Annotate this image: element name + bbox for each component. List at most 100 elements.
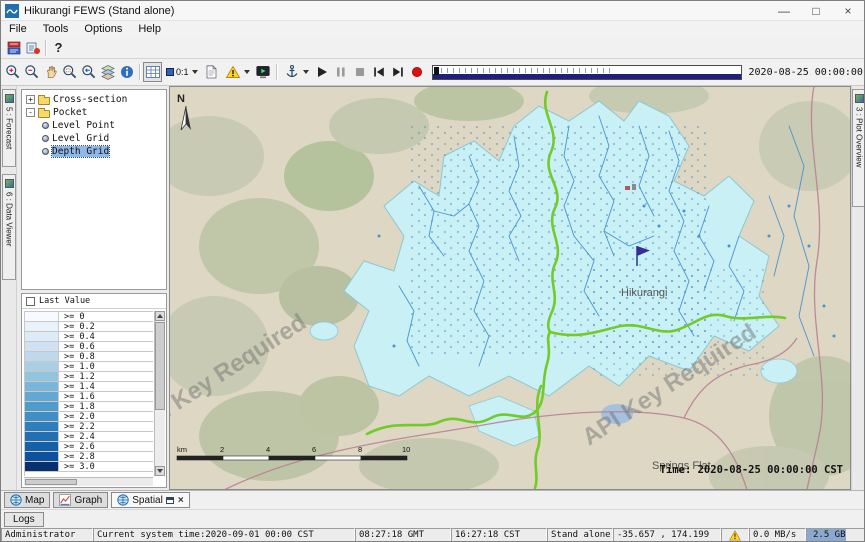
toolbar-separator xyxy=(276,64,277,80)
legend-row[interactable]: >= 1.8 xyxy=(25,402,153,412)
left-tab-strip: 5 : Forecast 6 : Data Viewer xyxy=(1,86,17,490)
skip-end-icon xyxy=(390,64,406,80)
float-window-icon[interactable] xyxy=(166,497,174,504)
tab-forecast[interactable]: 5 : Forecast xyxy=(2,89,16,167)
legend-row[interactable]: >= 2.4 xyxy=(25,432,153,442)
hscrollbar-thumb[interactable] xyxy=(25,479,77,485)
anchor-button[interactable] xyxy=(280,62,313,82)
status-user: Administrator xyxy=(1,528,93,542)
animation-display-button[interactable] xyxy=(254,62,273,82)
legend-row[interactable]: >= 1.4 xyxy=(25,382,153,392)
logs-button[interactable]: Logs xyxy=(4,512,44,527)
logs-row: Logs xyxy=(1,509,864,528)
legend-row[interactable]: >= 3.0 xyxy=(25,462,153,472)
grid-icon xyxy=(145,64,161,80)
close-tab-icon[interactable]: × xyxy=(178,495,184,506)
grid-display-button[interactable] xyxy=(143,62,162,82)
document-button[interactable] xyxy=(202,62,221,82)
import-status-button[interactable] xyxy=(23,38,42,58)
scroll-up-icon[interactable] xyxy=(155,311,165,321)
legend-row[interactable]: >= 0.2 xyxy=(25,322,153,332)
legend-hscrollbar[interactable] xyxy=(24,477,153,486)
menu-file[interactable]: File xyxy=(1,21,35,37)
svg-text:8: 8 xyxy=(358,445,362,454)
magnifier-minus-icon xyxy=(24,64,40,80)
legend-row[interactable]: >= 0.6 xyxy=(25,342,153,352)
status-local-time: 16:27:18 CST xyxy=(451,528,547,542)
legend-row[interactable]: >= 0.4 xyxy=(25,332,153,342)
tree-leaf-level-grid[interactable]: Level Grid xyxy=(22,132,166,145)
skip-to-end-button[interactable] xyxy=(389,62,408,82)
tree-leaf-label-selected: Depth Grid xyxy=(52,146,109,157)
maximize-button[interactable]: □ xyxy=(800,1,832,20)
pause-button[interactable] xyxy=(332,62,351,82)
app-logo-icon xyxy=(5,4,19,18)
info-button[interactable] xyxy=(117,62,136,82)
previous-zoom-button[interactable] xyxy=(79,62,98,82)
status-warning[interactable] xyxy=(721,528,749,542)
legend-panel: Last Value >= 0>= 0.2>= 0.4>= 0.6>= 0.8>… xyxy=(21,293,167,488)
minimize-button[interactable]: — xyxy=(768,1,800,20)
menu-tools[interactable]: Tools xyxy=(35,21,77,37)
legend-row[interactable]: >= 1.2 xyxy=(25,372,153,382)
menu-options[interactable]: Options xyxy=(76,21,130,37)
expand-icon[interactable]: + xyxy=(26,95,35,104)
stop-button[interactable] xyxy=(351,62,370,82)
tab-forecast-label: 5 : Forecast xyxy=(5,107,14,149)
tree-node-pocket[interactable]: - Pocket xyxy=(22,106,166,119)
pan-button[interactable] xyxy=(41,62,60,82)
legend-row[interactable]: >= 1.0 xyxy=(25,362,153,372)
legend-row[interactable]: >= 2.8 xyxy=(25,452,153,462)
legend-scrollbar[interactable] xyxy=(154,311,165,476)
parameter-tree[interactable]: + Cross-section - Pocket Level Point Lev… xyxy=(21,89,167,290)
timeline-slider[interactable] xyxy=(432,65,742,80)
zoom-out-button[interactable] xyxy=(22,62,41,82)
toolbar-separator xyxy=(139,64,140,80)
import-status-icon xyxy=(25,40,41,56)
svg-text:4: 4 xyxy=(266,445,270,454)
database-button[interactable] xyxy=(4,38,23,58)
legend-row[interactable]: >= 0.8 xyxy=(25,352,153,362)
legend-row[interactable]: >= 2.0 xyxy=(25,412,153,422)
tab-data-viewer[interactable]: 6 : Data Viewer xyxy=(2,174,16,280)
zoom-box-button[interactable] xyxy=(60,62,79,82)
legend-row[interactable]: >= 2.2 xyxy=(25,422,153,432)
tab-spatial[interactable]: Spatial × xyxy=(111,492,189,508)
data-viewer-tab-icon xyxy=(5,179,14,188)
app-window: Hikurangi FEWS (Stand alone) — □ × File … xyxy=(0,0,865,542)
legend-color-swatch xyxy=(25,452,59,461)
tab-graph[interactable]: Graph xyxy=(53,492,108,508)
zoom-in-button[interactable] xyxy=(3,62,22,82)
legend-row[interactable]: >= 2.6 xyxy=(25,442,153,452)
tree-node-cross-section[interactable]: + Cross-section xyxy=(22,93,166,106)
collapse-icon[interactable]: - xyxy=(26,108,35,117)
layers-button[interactable] xyxy=(98,62,117,82)
tree-leaf-level-point[interactable]: Level Point xyxy=(22,119,166,132)
close-button[interactable]: × xyxy=(832,1,864,20)
bullet-icon xyxy=(42,148,49,155)
play-button[interactable] xyxy=(313,62,332,82)
last-value-checkbox[interactable] xyxy=(26,297,35,306)
scale-select-button[interactable]: 0:1 xyxy=(162,62,202,82)
scrollbar-thumb[interactable] xyxy=(155,322,165,410)
legend-label: >= 1.8 xyxy=(59,402,95,411)
pause-icon xyxy=(333,64,349,80)
tab-map[interactable]: Map xyxy=(4,492,50,508)
record-button[interactable] xyxy=(408,62,427,82)
legend-row[interactable]: >= 0 xyxy=(25,312,153,322)
tree-leaf-depth-grid[interactable]: Depth Grid xyxy=(22,145,166,158)
scroll-down-icon[interactable] xyxy=(155,466,165,476)
tab-plot-overview[interactable]: 3 : Plot Overview xyxy=(852,89,865,207)
chevron-down-icon xyxy=(244,70,250,74)
map-view[interactable]: API Key Required API Key Required Hikura… xyxy=(169,86,851,490)
magnifier-plus-icon xyxy=(5,64,21,80)
timeline-thumb[interactable] xyxy=(434,67,439,75)
warnings-button[interactable] xyxy=(221,62,254,82)
legend-row[interactable]: >= 1.6 xyxy=(25,392,153,402)
skip-to-start-button[interactable] xyxy=(370,62,389,82)
main-toolbar: ? xyxy=(1,37,864,59)
help-button[interactable]: ? xyxy=(49,38,68,58)
legend-color-swatch xyxy=(25,362,59,371)
menu-help[interactable]: Help xyxy=(130,21,169,37)
status-bar: Administrator Current system time:2020-0… xyxy=(1,528,864,542)
